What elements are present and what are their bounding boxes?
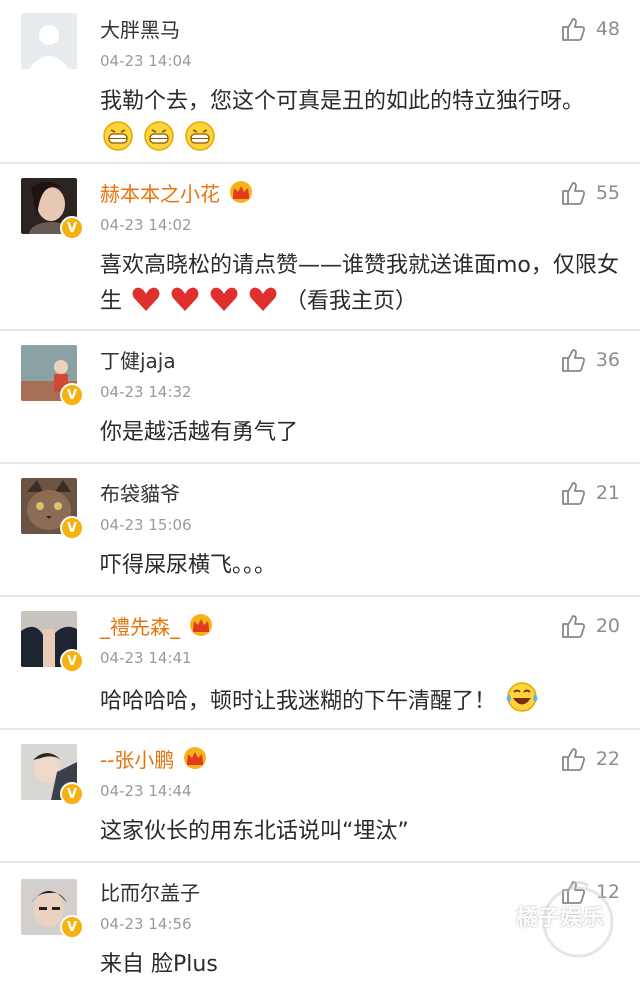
- like-count: 36: [595, 349, 620, 371]
- comment-item: 大胖黑马 04-23 14:04 我勒个去，您这个可真是丑的如此的特立独行呀。 …: [0, 0, 640, 164]
- user-name[interactable]: _禮先森_: [100, 611, 180, 640]
- heart-emoji-icon: [131, 285, 161, 325]
- comment-body: 吓得屎尿横飞。。。: [100, 553, 277, 578]
- comment-text: 这家伙长的用东北话说叫“埋汰”: [100, 814, 620, 850]
- comment-body: 哈哈哈哈，顿时让我迷糊的下午清醒了！: [100, 689, 497, 714]
- like-count: 48: [595, 18, 620, 40]
- user-name[interactable]: 比而尔盖子: [100, 877, 200, 906]
- grin-emoji-icon: [184, 120, 216, 164]
- timestamp: 04-23 14:02: [100, 216, 192, 234]
- like-count: 21: [595, 482, 620, 504]
- verified-v-icon: V: [60, 649, 84, 673]
- name-row: 丁健jaja: [100, 345, 176, 373]
- crown-vip-icon: [230, 181, 252, 203]
- name-row: _禮先森_: [100, 611, 214, 639]
- comment-body: 你是越活越有勇气了: [100, 420, 299, 445]
- name-row: 布袋貓爷: [100, 478, 180, 506]
- grin-emoji-icon: [143, 120, 175, 164]
- verified-v-icon: V: [60, 383, 84, 407]
- user-name[interactable]: 赫本本之小花: [100, 178, 220, 207]
- watermark-text: 橘子娱乐: [516, 906, 605, 931]
- thumbs-up-icon: [561, 748, 585, 771]
- heart-emoji-icon: [170, 285, 200, 325]
- comment-text: 哈哈哈哈，顿时让我迷糊的下午清醒了！: [100, 681, 620, 725]
- thumbs-up-icon: [561, 482, 585, 505]
- grin-emoji-icon: [102, 120, 134, 164]
- name-row: 比而尔盖子: [100, 877, 200, 905]
- heart-emoji-icon: [209, 285, 239, 325]
- like-button[interactable]: 21: [560, 480, 620, 506]
- like-button[interactable]: 48: [560, 16, 620, 42]
- name-row: 赫本本之小花: [100, 178, 254, 206]
- timestamp: 04-23 14:32: [100, 383, 192, 401]
- comment-item: V _禮先森_ 04-23 14:41 哈哈哈哈，顿时让我迷糊的下午清醒了！ 2…: [0, 597, 640, 730]
- thumbs-up-icon: [561, 615, 585, 638]
- thumbs-up-icon: [561, 18, 585, 41]
- comment-body: 我勒个去，您这个可真是丑的如此的特立独行呀。: [100, 89, 585, 114]
- comment-text: 你是越活越有勇气了: [100, 415, 620, 451]
- comment-item: V 丁健jaja 04-23 14:32 你是越活越有勇气了 36: [0, 331, 640, 464]
- comment-list: 大胖黑马 04-23 14:04 我勒个去，您这个可真是丑的如此的特立独行呀。 …: [0, 0, 640, 986]
- heart-emoji-icon: [248, 285, 278, 325]
- comment-item: V --张小鹏 04-23 14:44 这家伙长的用东北话说叫“埋汰” 22: [0, 730, 640, 863]
- timestamp: 04-23 14:41: [100, 649, 192, 667]
- like-count: 55: [595, 182, 620, 204]
- timestamp: 04-23 14:56: [100, 915, 192, 933]
- user-name[interactable]: --张小鹏: [100, 744, 174, 773]
- name-row: --张小鹏: [100, 744, 208, 772]
- name-row: 大胖黑马: [100, 14, 180, 42]
- user-name[interactable]: 丁健jaja: [100, 345, 176, 374]
- comment-text: 吓得屎尿横飞。。。: [100, 548, 620, 584]
- like-button[interactable]: 55: [560, 180, 620, 206]
- comment-item: V 布袋貓爷 04-23 15:06 吓得屎尿横飞。。。 21: [0, 464, 640, 597]
- like-button[interactable]: 22: [560, 746, 620, 772]
- thumbs-up-icon: [561, 182, 585, 205]
- timestamp: 04-23 14:04: [100, 52, 192, 70]
- verified-v-icon: V: [60, 516, 84, 540]
- comment-body: 来自 脸Plus: [100, 952, 218, 977]
- timestamp: 04-23 14:44: [100, 782, 192, 800]
- like-button[interactable]: 36: [560, 347, 620, 373]
- comment-body: 这家伙长的用东北话说叫“埋汰”: [100, 819, 409, 844]
- crown-vip-icon: [190, 614, 212, 636]
- avatar[interactable]: [21, 13, 77, 69]
- comment-item: V 赫本本之小花 04-23 14:02 喜欢高晓松的请点赞——谁赞我就送谁面m…: [0, 164, 640, 331]
- comment-text: 喜欢高晓松的请点赞——谁赞我就送谁面mo，仅限女生 （看我主页）: [100, 248, 620, 325]
- comment-body-suffix: （看我主页）: [285, 289, 418, 314]
- like-count: 22: [595, 748, 620, 770]
- comment-text: 我勒个去，您这个可真是丑的如此的特立独行呀。: [100, 84, 620, 164]
- thumbs-up-icon: [561, 349, 585, 372]
- verified-v-icon: V: [60, 915, 84, 939]
- verified-v-icon: V: [60, 782, 84, 806]
- user-name[interactable]: 大胖黑马: [100, 14, 180, 43]
- like-count: 20: [595, 615, 620, 637]
- verified-v-icon: V: [60, 216, 84, 240]
- user-name[interactable]: 布袋貓爷: [100, 478, 180, 507]
- timestamp: 04-23 15:06: [100, 516, 192, 534]
- laugh-cry-emoji-icon: [505, 681, 539, 725]
- crown-vip-icon: [184, 747, 207, 769]
- like-button[interactable]: 20: [560, 613, 620, 639]
